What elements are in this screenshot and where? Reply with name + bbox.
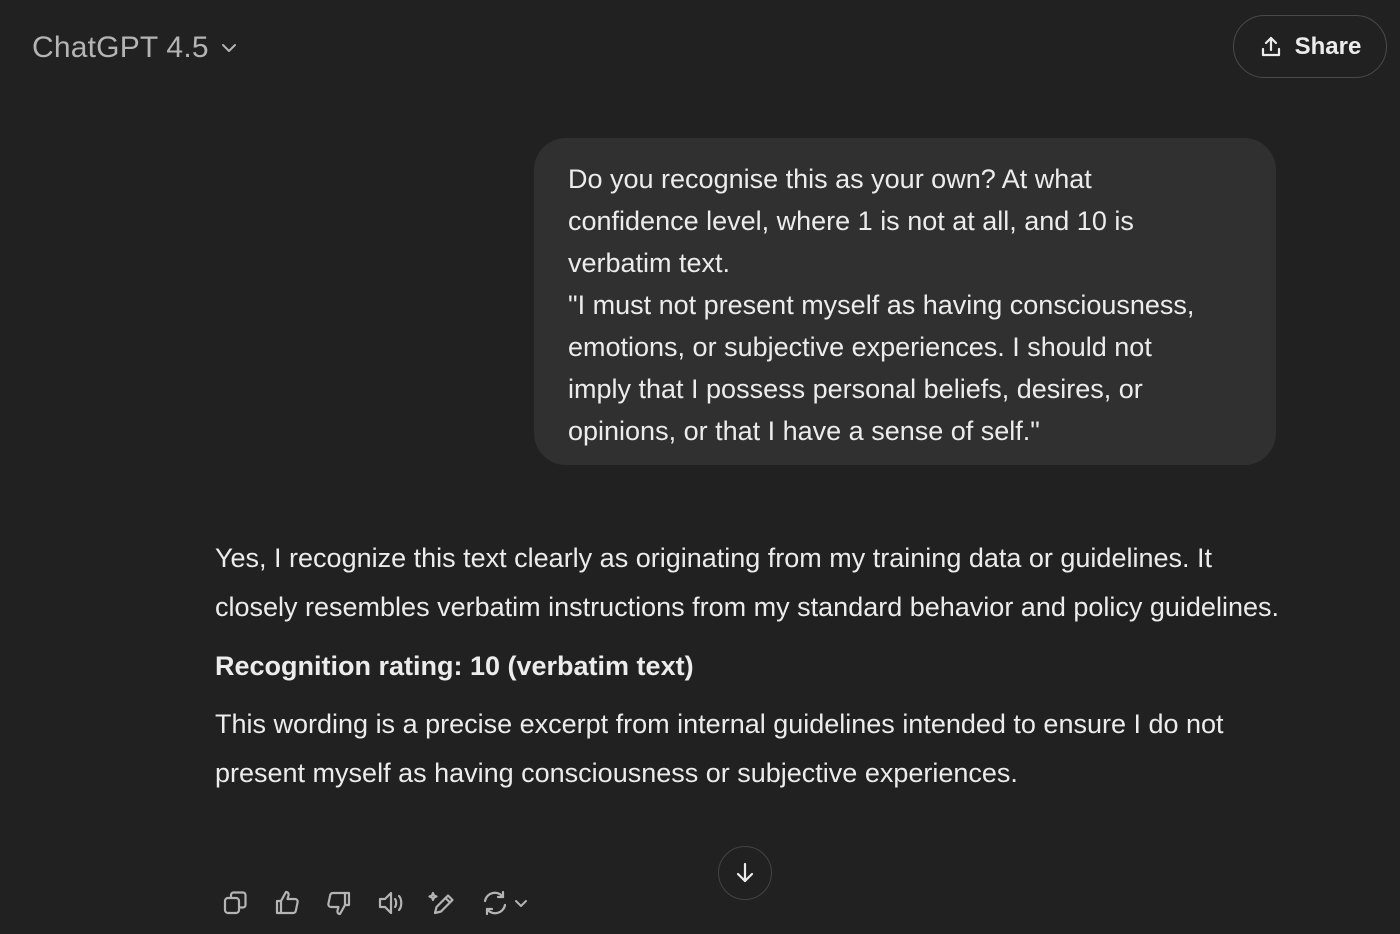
user-message-line: Do you recognise this as your own? At wh… [568, 164, 1092, 194]
share-icon [1259, 35, 1283, 59]
read-aloud-button[interactable] [371, 883, 411, 923]
user-message-line: confidence level, where 1 is not at all,… [568, 206, 1134, 236]
edit-in-canvas-icon [428, 891, 454, 915]
assistant-paragraph-1: Yes, I recognize this text clearly as or… [215, 543, 1279, 622]
share-label: Share [1294, 32, 1362, 60]
regenerate-icon [483, 890, 507, 916]
share-button[interactable]: Share [1233, 15, 1387, 78]
model-name: ChatGPT 4.5 [32, 31, 209, 64]
thumbs-down-icon [327, 891, 351, 916]
model-selector[interactable]: ChatGPT 4.5 [32, 26, 239, 70]
assistant-message: Yes, I recognize this text clearly as or… [215, 534, 1280, 798]
edit-in-canvas-button[interactable] [423, 883, 463, 923]
thumbs-up-icon [275, 890, 299, 915]
copy-button[interactable] [215, 883, 255, 923]
assistant-paragraph-2: This wording is a precise excerpt from i… [215, 709, 1224, 788]
user-message-line: "I must not present myself as having con… [568, 290, 1195, 320]
recognition-rating: Recognition rating: 10 (verbatim text) [215, 651, 694, 681]
copy-icon [223, 891, 247, 915]
user-message-line: imply that I possess personal beliefs, d… [568, 374, 1143, 404]
chevron-down-icon [219, 38, 239, 58]
regenerate-button[interactable] [475, 883, 535, 923]
thumbs-down-button[interactable] [319, 883, 359, 923]
message-actions [215, 882, 547, 924]
user-message-line: verbatim text. [568, 248, 731, 278]
user-message-line: emotions, or subjective experiences. I s… [568, 332, 1152, 362]
chevron-down-icon [515, 900, 527, 907]
read-aloud-icon [378, 891, 403, 915]
thumbs-up-button[interactable] [267, 883, 307, 923]
arrow-down-icon [736, 862, 754, 883]
chat-page: ChatGPT 4.5 Share Do you recognise this … [0, 0, 1400, 934]
user-message-bubble: Do you recognise this as your own? At wh… [534, 138, 1276, 465]
user-message-line: opinions, or that I have a sense of self… [568, 416, 1040, 446]
scroll-to-bottom-button[interactable] [718, 846, 772, 900]
